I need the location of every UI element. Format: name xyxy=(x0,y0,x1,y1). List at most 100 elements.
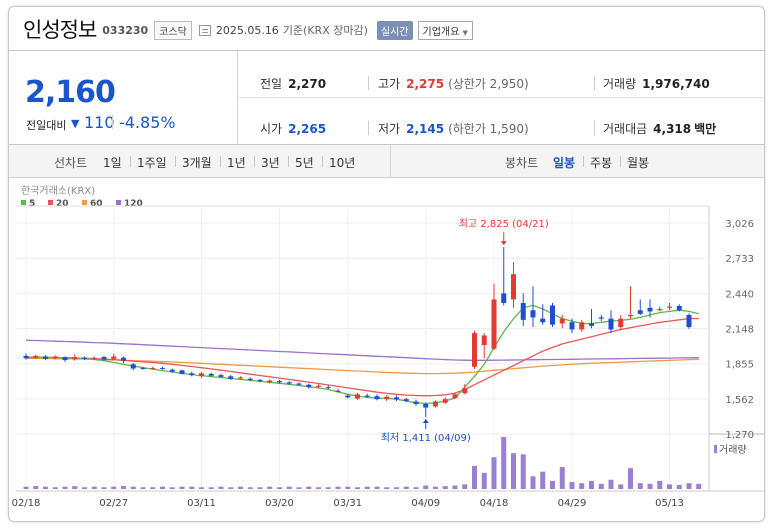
volume-bar xyxy=(82,487,87,489)
candle-body xyxy=(550,305,555,325)
volume-bar xyxy=(179,486,185,489)
divider xyxy=(238,97,764,98)
candle-body xyxy=(169,369,175,372)
volume-bar xyxy=(306,486,312,489)
volume-bar xyxy=(72,486,78,489)
candle-body xyxy=(267,380,273,383)
volume-bar xyxy=(121,486,126,489)
volume-bar xyxy=(150,487,156,489)
volume-legend-label: 거래량 xyxy=(719,444,747,456)
candle-body xyxy=(140,367,146,369)
amount-unit: 백만 xyxy=(694,122,717,136)
volume-bar xyxy=(501,437,507,489)
candle-body xyxy=(199,373,204,377)
company-overview-dropdown[interactable]: 기업개요 ▼ xyxy=(417,20,473,40)
volume-bar xyxy=(686,483,692,489)
volume-bar xyxy=(296,487,302,489)
volume-bar xyxy=(286,486,292,489)
candle-body xyxy=(306,384,312,388)
amount-value: 4,318 xyxy=(653,122,692,136)
volume-bar xyxy=(91,486,97,489)
x-tick-label: 04/29 xyxy=(558,498,587,509)
divider xyxy=(112,115,113,129)
volume-bar xyxy=(628,468,633,489)
candle-body xyxy=(403,399,409,401)
candle-body xyxy=(121,357,126,361)
candle-body xyxy=(91,357,97,359)
volume-bar xyxy=(696,483,702,489)
legend-label: 120 xyxy=(124,199,143,209)
realtime-button[interactable]: 실시간 xyxy=(376,20,413,40)
x-tick-label: 03/20 xyxy=(265,498,294,509)
volume-bar xyxy=(52,487,58,489)
volume-bar xyxy=(657,480,663,489)
candle-body xyxy=(23,355,29,359)
y-tick-label: 1,562 xyxy=(725,395,754,406)
price-chart-svg: 한국거래소(KRX) 5 20 60 120 최고 2,825 (04/21) 최저 1… xyxy=(12,185,764,509)
candle-body xyxy=(394,397,399,400)
volume-bar xyxy=(62,486,68,489)
tab-1y[interactable]: 1년 xyxy=(227,154,246,171)
chevron-down-icon: ▼ xyxy=(462,28,468,37)
high-annotation: 최고 2,825 (04/21) xyxy=(459,218,549,230)
y-tick-label: 3,026 xyxy=(725,219,754,230)
low-annotation: 최저 1,411 (04/09) xyxy=(381,432,471,444)
volume-bar xyxy=(618,484,624,489)
candle-chart-label: 봉차트 xyxy=(505,156,539,170)
candle-body xyxy=(686,315,692,328)
volume-bar xyxy=(579,483,585,489)
tab-daily[interactable]: 일봉 xyxy=(553,154,575,171)
candle-body xyxy=(657,309,663,311)
candle-body xyxy=(238,377,243,379)
volume-bar xyxy=(550,480,555,489)
x-tick-label: 04/09 xyxy=(411,498,440,509)
volume-bar xyxy=(481,472,487,489)
tab-5y[interactable]: 5년 xyxy=(295,154,314,171)
chart-source: 한국거래소(KRX) xyxy=(21,185,95,197)
volume-label: 거래량 xyxy=(603,77,637,91)
candle-body xyxy=(62,357,68,361)
volume-bar xyxy=(218,486,224,489)
volume-bar xyxy=(511,453,516,489)
tab-1w[interactable]: 1주일 xyxy=(137,154,167,171)
volume-bar xyxy=(452,485,458,489)
tab-3m[interactable]: 3개월 xyxy=(182,154,212,171)
tab-weekly[interactable]: 주봉 xyxy=(590,154,612,171)
tab-10y[interactable]: 10년 xyxy=(329,154,355,171)
quote-basis: 기준(KRX 장마감) xyxy=(282,24,368,37)
x-tick-label: 04/18 xyxy=(480,498,509,509)
stock-name: 인성정보 xyxy=(23,17,97,42)
tab-3y[interactable]: 3년 xyxy=(261,154,280,171)
chart-period-tabs: 선차트 1일 1주일 3개월 1년 3년 5년 10년 봉차트 일봉 주봉 월봉 xyxy=(9,145,764,178)
candle-body xyxy=(72,357,78,360)
candle-body xyxy=(345,395,351,398)
volume-bar xyxy=(257,487,263,489)
volume-value: 1,976,740 xyxy=(642,77,710,91)
moving-average-ma20 xyxy=(26,317,699,397)
volume-bar xyxy=(569,482,575,489)
volume-bar xyxy=(101,487,107,489)
amount-label: 거래대금 xyxy=(603,122,648,136)
volume-bar xyxy=(520,454,526,489)
candle-body xyxy=(618,318,624,328)
current-price: 2,160 xyxy=(25,75,116,110)
open-label: 시가 xyxy=(260,122,283,136)
calendar-icon xyxy=(198,24,211,36)
divider xyxy=(288,156,289,167)
volume-legend-swatch xyxy=(714,445,717,453)
y-tick-label: 1,855 xyxy=(725,360,754,371)
candle-body xyxy=(472,333,477,367)
legend-swatch xyxy=(21,200,26,205)
volume-bar xyxy=(208,487,214,489)
volume-bar xyxy=(267,486,273,489)
volume-bar xyxy=(199,487,204,489)
tab-1d[interactable]: 1일 xyxy=(103,154,122,171)
tab-monthly[interactable]: 월봉 xyxy=(627,154,649,171)
volume-bar xyxy=(559,467,565,489)
candle-body xyxy=(218,375,224,377)
candle-body xyxy=(579,322,585,330)
candle-body xyxy=(481,335,487,346)
volume-bar xyxy=(442,486,448,489)
stock-header: 인성정보 033230 코스닥 2025.05.16 기준(KRX 장마감) 실… xyxy=(9,7,764,50)
candle-body xyxy=(228,376,234,379)
